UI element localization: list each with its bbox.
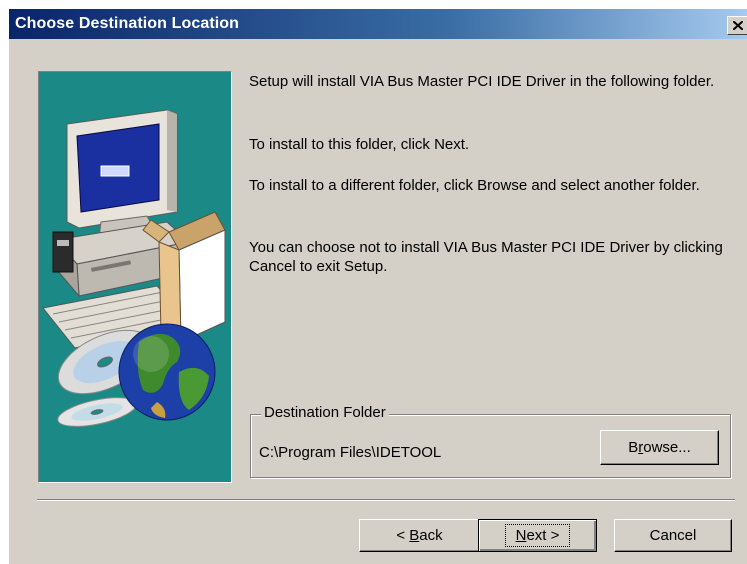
back-button[interactable]: < Back xyxy=(359,519,480,552)
back-label: < Back xyxy=(396,527,443,544)
destination-folder-group: Destination Folder C:\Program Files\IDET… xyxy=(250,404,731,478)
next-button[interactable]: Next > xyxy=(478,519,597,552)
button-separator xyxy=(37,499,735,501)
setup-graphic xyxy=(38,71,232,483)
next-label: Next > xyxy=(504,524,571,547)
destination-folder-label: Destination Folder xyxy=(261,404,389,421)
cancel-instruction-text: You can choose not to install VIA Bus Ma… xyxy=(249,239,723,275)
browse-instruction-text: To install to a different folder, click … xyxy=(249,177,700,194)
browse-button[interactable]: Browse... xyxy=(600,430,719,465)
window-title: Choose Destination Location xyxy=(15,15,240,32)
cancel-label: Cancel xyxy=(649,527,697,544)
next-instruction-text: To install to this folder, click Next. xyxy=(249,136,470,153)
globe-icon xyxy=(118,323,216,421)
close-icon xyxy=(733,21,743,30)
close-button[interactable] xyxy=(727,16,747,35)
destination-path: C:\Program Files\IDETOOL xyxy=(259,444,442,461)
cancel-button[interactable]: Cancel xyxy=(614,519,732,552)
browse-label: Browse... xyxy=(628,439,691,456)
intro-text: Setup will install VIA Bus Master PCI ID… xyxy=(249,73,715,90)
setup-dialog: Choose Destination Location Setup will i… xyxy=(8,8,747,564)
title-bar: Choose Destination Location xyxy=(9,9,747,39)
